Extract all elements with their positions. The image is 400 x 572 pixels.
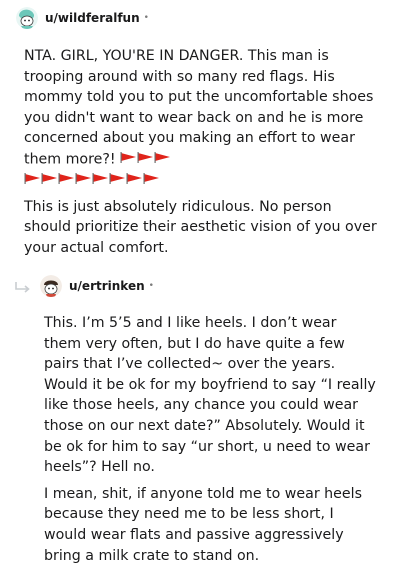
comment-paragraph: I mean, shit, if anyone told me to wear …: [44, 485, 362, 564]
red-flag-icon: [75, 170, 92, 191]
red-flag-icon: [92, 170, 109, 191]
username[interactable]: u/wildferalfun: [45, 11, 140, 25]
red-flag-icon: [41, 170, 58, 191]
red-flag-icon: [109, 170, 126, 191]
comment-header: u/ertrinken •: [0, 274, 400, 298]
red-flag-emojis: [120, 151, 171, 167]
red-flag-icon: [120, 149, 137, 170]
red-flag-emojis: [24, 170, 380, 191]
comment-paragraph: This is just absolutely ridiculous. No p…: [24, 198, 377, 256]
comment-paragraph: NTA. GIRL, YOU'RE IN DANGER. This man is…: [0, 46, 400, 191]
red-flag-icon: [24, 170, 41, 191]
comment-text: NTA. GIRL, YOU'RE IN DANGER. This man is…: [24, 48, 374, 168]
red-flag-icon: [143, 170, 160, 191]
red-flag-icon: [58, 170, 75, 191]
reply-arrow-icon: [14, 279, 32, 293]
comment-header: u/wildferalfun •: [0, 6, 400, 30]
separator-dot: •: [143, 13, 149, 23]
comment-1: u/wildferalfun • NTA. GIRL, YOU'RE IN DA…: [0, 6, 400, 259]
snoo-avatar-icon[interactable]: [40, 275, 62, 297]
red-flag-icon: [137, 149, 154, 170]
comment-paragraph: This. I’m 5’5 and I like heels. I don’t …: [44, 315, 376, 476]
red-flag-icon: [126, 170, 143, 191]
separator-dot: •: [148, 281, 154, 291]
comment-2: u/ertrinken • This. I’m 5’5 and I like h…: [0, 274, 400, 566]
username[interactable]: u/ertrinken: [69, 279, 145, 293]
red-flag-icon: [154, 149, 171, 170]
snoo-avatar-icon[interactable]: [16, 7, 38, 29]
